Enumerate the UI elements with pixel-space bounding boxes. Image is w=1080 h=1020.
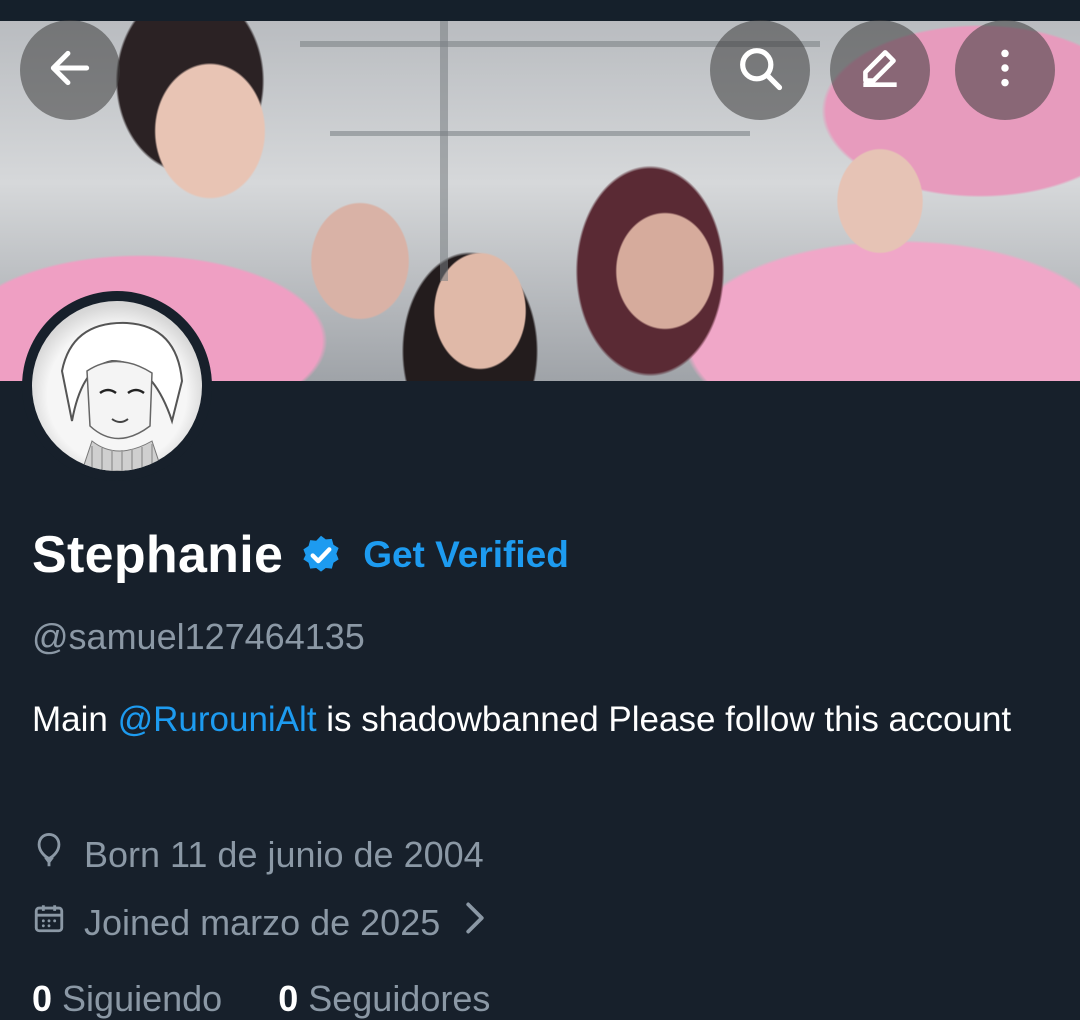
profile-avatar[interactable] (22, 291, 212, 481)
avatar-image (32, 301, 202, 471)
user-handle: @samuel127464135 (32, 616, 365, 657)
profile-bio: Main @RurouniAlt is shadowbanned Please … (32, 693, 1052, 747)
following-link[interactable]: 0 Siguiendo (32, 978, 222, 1019)
status-strip (0, 0, 1080, 21)
search-button[interactable] (710, 20, 810, 120)
display-name: Stephanie (32, 526, 284, 584)
bio-prefix: Main (32, 700, 118, 739)
calendar-icon (32, 900, 84, 945)
followers-label: Seguidores (298, 978, 491, 1019)
birthday-text: Born 11 de junio de 2004 (84, 833, 484, 875)
chevron-right-icon (464, 901, 504, 944)
verified-badge-icon (299, 533, 343, 577)
bio-mention-link[interactable]: @RurouniAlt (118, 700, 317, 739)
get-verified-link[interactable]: Get Verified (363, 534, 569, 576)
birthday-row: Born 11 de junio de 2004 (32, 830, 484, 879)
balloon-icon (32, 830, 84, 879)
edit-profile-button[interactable] (830, 20, 930, 120)
arrow-left-icon (45, 43, 95, 98)
bio-suffix: is shadowbanned Please follow this accou… (316, 700, 1012, 739)
more-vertical-icon (980, 43, 1030, 98)
following-label: Siguiendo (52, 978, 223, 1019)
search-icon (734, 42, 786, 99)
banner-ceiling-beam-vertical (440, 21, 448, 281)
back-button[interactable] (20, 20, 120, 120)
follow-counts: 0 Siguiendo 0 Seguidores (32, 978, 490, 1020)
edit-pencil-icon (855, 43, 905, 98)
banner-ceiling-beam-lower (330, 131, 750, 136)
name-row: Stephanie Get Verified (32, 520, 569, 590)
followers-count: 0 (278, 978, 299, 1019)
more-options-button[interactable] (955, 20, 1055, 120)
joined-row[interactable]: Joined marzo de 2025 (32, 900, 504, 945)
followers-link[interactable]: 0 Seguidores (278, 978, 490, 1019)
following-count: 0 (32, 978, 53, 1019)
joined-text: Joined marzo de 2025 (84, 901, 441, 943)
